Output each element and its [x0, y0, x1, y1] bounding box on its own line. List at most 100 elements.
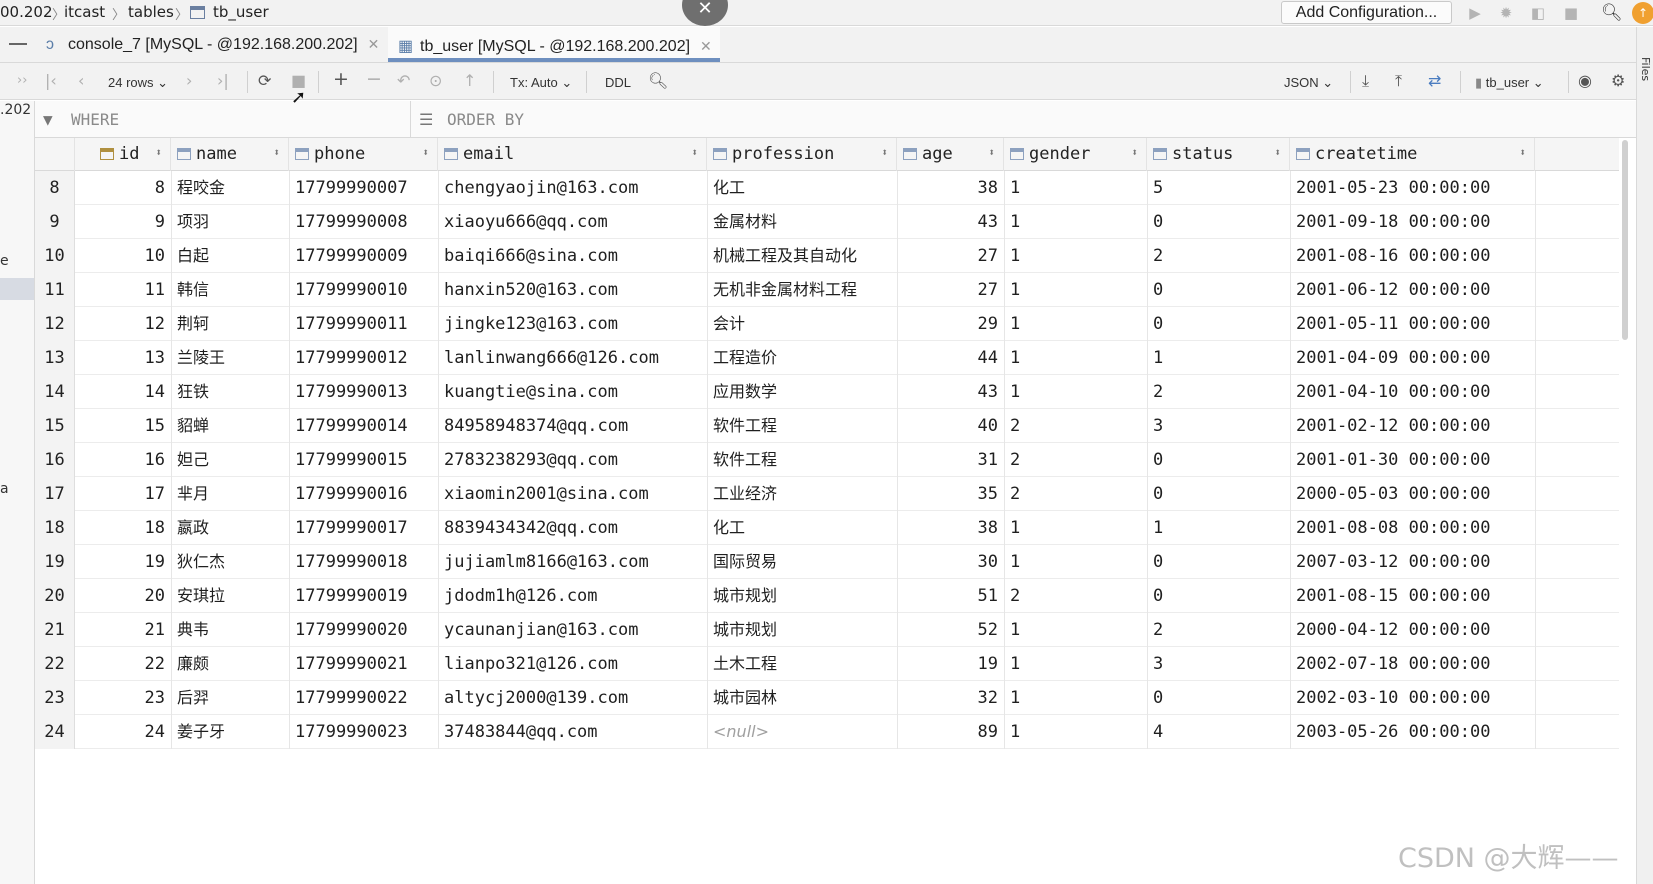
cell-gender[interactable]: 1 [1004, 171, 1147, 205]
cell-email[interactable]: jdodm1h@126.com [438, 579, 707, 613]
breadcrumb-schema[interactable]: itcast [64, 3, 105, 21]
push-up-icon[interactable]: ↑ [463, 71, 476, 91]
cell-status[interactable]: 2 [1147, 613, 1290, 647]
cell-name[interactable]: 兰陵王 [171, 341, 289, 375]
cell-gender[interactable]: 1 [1004, 205, 1147, 239]
cell-profession[interactable]: 软件工程 [707, 409, 897, 443]
cell-gender[interactable]: 1 [1004, 545, 1147, 579]
cell-profession[interactable]: 化工 [707, 511, 897, 545]
cell-phone[interactable]: 17799990015 [289, 443, 438, 477]
cell-phone[interactable]: 17799990009 [289, 239, 438, 273]
cell-age[interactable]: 30 [897, 545, 1004, 579]
cell-phone[interactable]: 17799990018 [289, 545, 438, 579]
cell-id[interactable]: 11 [75, 273, 171, 307]
cell-email[interactable]: kuangtie@sina.com [438, 375, 707, 409]
cell-phone[interactable]: 17799990020 [289, 613, 438, 647]
cell-createtime[interactable]: 2002-07-18 00:00:00 [1290, 647, 1535, 681]
search-icon[interactable]: 🔍︎ [1601, 3, 1623, 23]
upload-icon[interactable]: ⤒ [1395, 71, 1402, 91]
submit-icon[interactable]: ⊙ [429, 71, 442, 91]
column-header-createtime[interactable]: createtime ⬍ [1290, 138, 1535, 171]
table-row[interactable]: 22 22 廉颇 17799990021 lianpo321@126.com 土木工程 19… [35, 647, 1619, 681]
cell-age[interactable]: 31 [897, 443, 1004, 477]
refresh-icon[interactable]: ⟳ [258, 71, 271, 91]
row-number[interactable]: 9 [35, 205, 75, 239]
cell-profession[interactable]: 工程造价 [707, 341, 897, 375]
stop-icon[interactable]: ■ [1562, 4, 1580, 22]
cell-profession[interactable]: <null> [707, 715, 897, 749]
vertical-scrollbar[interactable] [1622, 140, 1628, 340]
run-icon[interactable]: ▶ [1466, 4, 1484, 22]
table-row[interactable]: 21 21 典韦 17799990020 ycaunanjian@163.com 城市规划… [35, 613, 1619, 647]
cell-email[interactable]: xiaoyu666@qq.com [438, 205, 707, 239]
row-number[interactable]: 21 [35, 613, 75, 647]
cell-id[interactable]: 20 [75, 579, 171, 613]
cell-name[interactable]: 安琪拉 [171, 579, 289, 613]
row-number[interactable]: 10 [35, 239, 75, 273]
table-row[interactable]: 10 10 白起 17799990009 baiqi666@sina.com 机械工程及其… [35, 239, 1619, 273]
first-page-icon[interactable]: |‹ [45, 71, 57, 91]
cell-profession[interactable]: 城市规划 [707, 613, 897, 647]
cell-status[interactable]: 0 [1147, 579, 1290, 613]
column-header-email[interactable]: email ⬍ [438, 138, 707, 171]
files-tool-button[interactable]: Files [1639, 57, 1652, 81]
cell-profession[interactable]: 会计 [707, 307, 897, 341]
format-dropdown[interactable]: JSON ⌄ [1284, 73, 1333, 93]
column-header-gender[interactable]: gender ⬍ [1004, 138, 1147, 171]
cell-age[interactable]: 35 [897, 477, 1004, 511]
cell-phone[interactable]: 17799990007 [289, 171, 438, 205]
cell-email[interactable]: altycj2000@139.com [438, 681, 707, 715]
delete-row-icon[interactable]: − [366, 69, 382, 89]
sort-icon[interactable]: ⬍ [988, 146, 995, 159]
cell-status[interactable]: 0 [1147, 545, 1290, 579]
cell-id[interactable]: 18 [75, 511, 171, 545]
cell-name[interactable]: 后羿 [171, 681, 289, 715]
cell-age[interactable]: 43 [897, 375, 1004, 409]
cell-status[interactable]: 1 [1147, 511, 1290, 545]
cell-profession[interactable]: 工业经济 [707, 477, 897, 511]
column-header-status[interactable]: status ⬍ [1147, 138, 1290, 171]
cell-id[interactable]: 12 [75, 307, 171, 341]
cell-name[interactable]: 狄仁杰 [171, 545, 289, 579]
table-row[interactable]: 12 12 荆轲 17799990011 jingke123@163.com 会计 29 1 0… [35, 307, 1619, 341]
revert-icon[interactable]: ↶ [397, 71, 410, 91]
transaction-mode-dropdown[interactable]: Tx: Auto ⌄ [510, 73, 572, 93]
cell-name[interactable]: 姜子牙 [171, 715, 289, 749]
cell-id[interactable]: 8 [75, 171, 171, 205]
sort-icon[interactable]: ⬍ [1274, 146, 1281, 159]
tree-selected-row[interactable] [0, 278, 34, 300]
cell-profession[interactable]: 应用数学 [707, 375, 897, 409]
cell-profession[interactable]: 化工 [707, 171, 897, 205]
cell-email[interactable]: 8839434342@qq.com [438, 511, 707, 545]
cell-status[interactable]: 0 [1147, 443, 1290, 477]
cell-createtime[interactable]: 2000-04-12 00:00:00 [1290, 613, 1535, 647]
column-header-age[interactable]: age ⬍ [897, 138, 1004, 171]
cell-age[interactable]: 44 [897, 341, 1004, 375]
column-header-profession[interactable]: profession ⬍ [707, 138, 897, 171]
row-number[interactable]: 20 [35, 579, 75, 613]
cell-createtime[interactable]: 2001-05-23 00:00:00 [1290, 171, 1535, 205]
cell-profession[interactable]: 国际贸易 [707, 545, 897, 579]
cell-createtime[interactable]: 2001-01-30 00:00:00 [1290, 443, 1535, 477]
cell-profession[interactable]: 软件工程 [707, 443, 897, 477]
collapse-icon[interactable] [9, 43, 27, 45]
coverage-icon[interactable]: ◧ [1529, 4, 1547, 22]
table-row[interactable]: 9 9 项羽 17799990008 xiaoyu666@qq.com 金属材料 43 1 0 2… [35, 205, 1619, 239]
cell-status[interactable]: 5 [1147, 171, 1290, 205]
table-row[interactable]: 20 20 安琪拉 17799990019 jdodm1h@126.com 城市规划 51 2… [35, 579, 1619, 613]
cell-id[interactable]: 9 [75, 205, 171, 239]
cell-email[interactable]: ycaunanjian@163.com [438, 613, 707, 647]
row-number[interactable]: 14 [35, 375, 75, 409]
breadcrumb-table[interactable]: tb_user [213, 3, 269, 21]
cell-phone[interactable]: 17799990021 [289, 647, 438, 681]
expand-icon[interactable]: ›› [17, 71, 27, 91]
cell-name[interactable]: 芈月 [171, 477, 289, 511]
cell-status[interactable]: 0 [1147, 681, 1290, 715]
cell-age[interactable]: 43 [897, 205, 1004, 239]
view-icon[interactable]: ◉ [1578, 71, 1592, 91]
cell-phone[interactable]: 17799990011 [289, 307, 438, 341]
cell-name[interactable]: 狂铁 [171, 375, 289, 409]
cell-id[interactable]: 22 [75, 647, 171, 681]
cell-profession[interactable]: 城市规划 [707, 579, 897, 613]
download-icon[interactable]: ⤓ [1362, 71, 1369, 91]
